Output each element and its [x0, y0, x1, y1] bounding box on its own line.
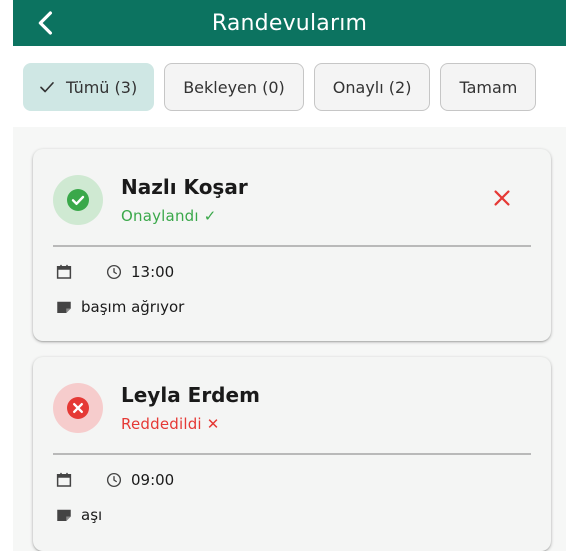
date-time-row: 13:00 [55, 263, 174, 281]
filter-chip-label: Bekleyen (0) [183, 77, 285, 97]
divider [53, 453, 531, 455]
close-icon [494, 190, 510, 206]
cancel-appointment-button[interactable] [491, 187, 513, 209]
appointment-list: Nazlı Koşar Onaylandı ✓ 13:00 başım ağrı… [13, 127, 566, 551]
appointment-note: aşı [81, 506, 103, 524]
filter-chip-label: Tamam [459, 77, 518, 97]
filter-chip-completed[interactable]: Tamam [440, 63, 537, 111]
appointment-note: başım ağrıyor [81, 298, 185, 316]
chevron-left-icon [38, 11, 52, 35]
calendar-icon [55, 263, 73, 281]
date-time-row: 09:00 [55, 471, 174, 489]
appointment-time: 13:00 [131, 263, 175, 281]
appointment-time: 09:00 [131, 471, 175, 489]
appointment-card[interactable]: Nazlı Koşar Onaylandı ✓ 13:00 başım ağrı… [33, 149, 551, 341]
app-root: Randevularım Tümü (3) Bekleyen (0) Onayl… [0, 0, 579, 551]
filter-chip-pending[interactable]: Bekleyen (0) [164, 63, 304, 111]
note-row: aşı [55, 506, 102, 524]
app-bar: Randevularım [13, 0, 566, 46]
check-icon [38, 78, 56, 96]
filter-chip-label: Onaylı (2) [332, 77, 412, 97]
filter-chip-all[interactable]: Tümü (3) [23, 63, 155, 111]
appointment-card[interactable]: Leyla Erdem Reddedildi ✕ 09:00 aşı [33, 357, 551, 551]
note-icon [55, 298, 73, 316]
note-row: başım ağrıyor [55, 298, 184, 316]
calendar-icon [55, 471, 73, 489]
note-icon [55, 506, 73, 524]
clock-icon [105, 471, 123, 489]
filter-chip-approved[interactable]: Onaylı (2) [313, 63, 431, 111]
back-button[interactable] [31, 8, 61, 38]
patient-name: Leyla Erdem [121, 383, 260, 407]
patient-name: Nazlı Koşar [121, 175, 248, 199]
divider [53, 245, 531, 247]
page-title: Randevularım [211, 10, 368, 36]
status-text: Onaylandı ✓ [121, 207, 217, 225]
filter-chip-label: Tümü (3) [66, 77, 138, 97]
rejected-status-icon [53, 383, 103, 433]
clock-icon [105, 263, 123, 281]
status-text: Reddedildi ✕ [121, 415, 220, 433]
filter-chips: Tümü (3) Bekleyen (0) Onaylı (2) Tamam [23, 63, 579, 111]
approved-status-icon [53, 175, 103, 225]
